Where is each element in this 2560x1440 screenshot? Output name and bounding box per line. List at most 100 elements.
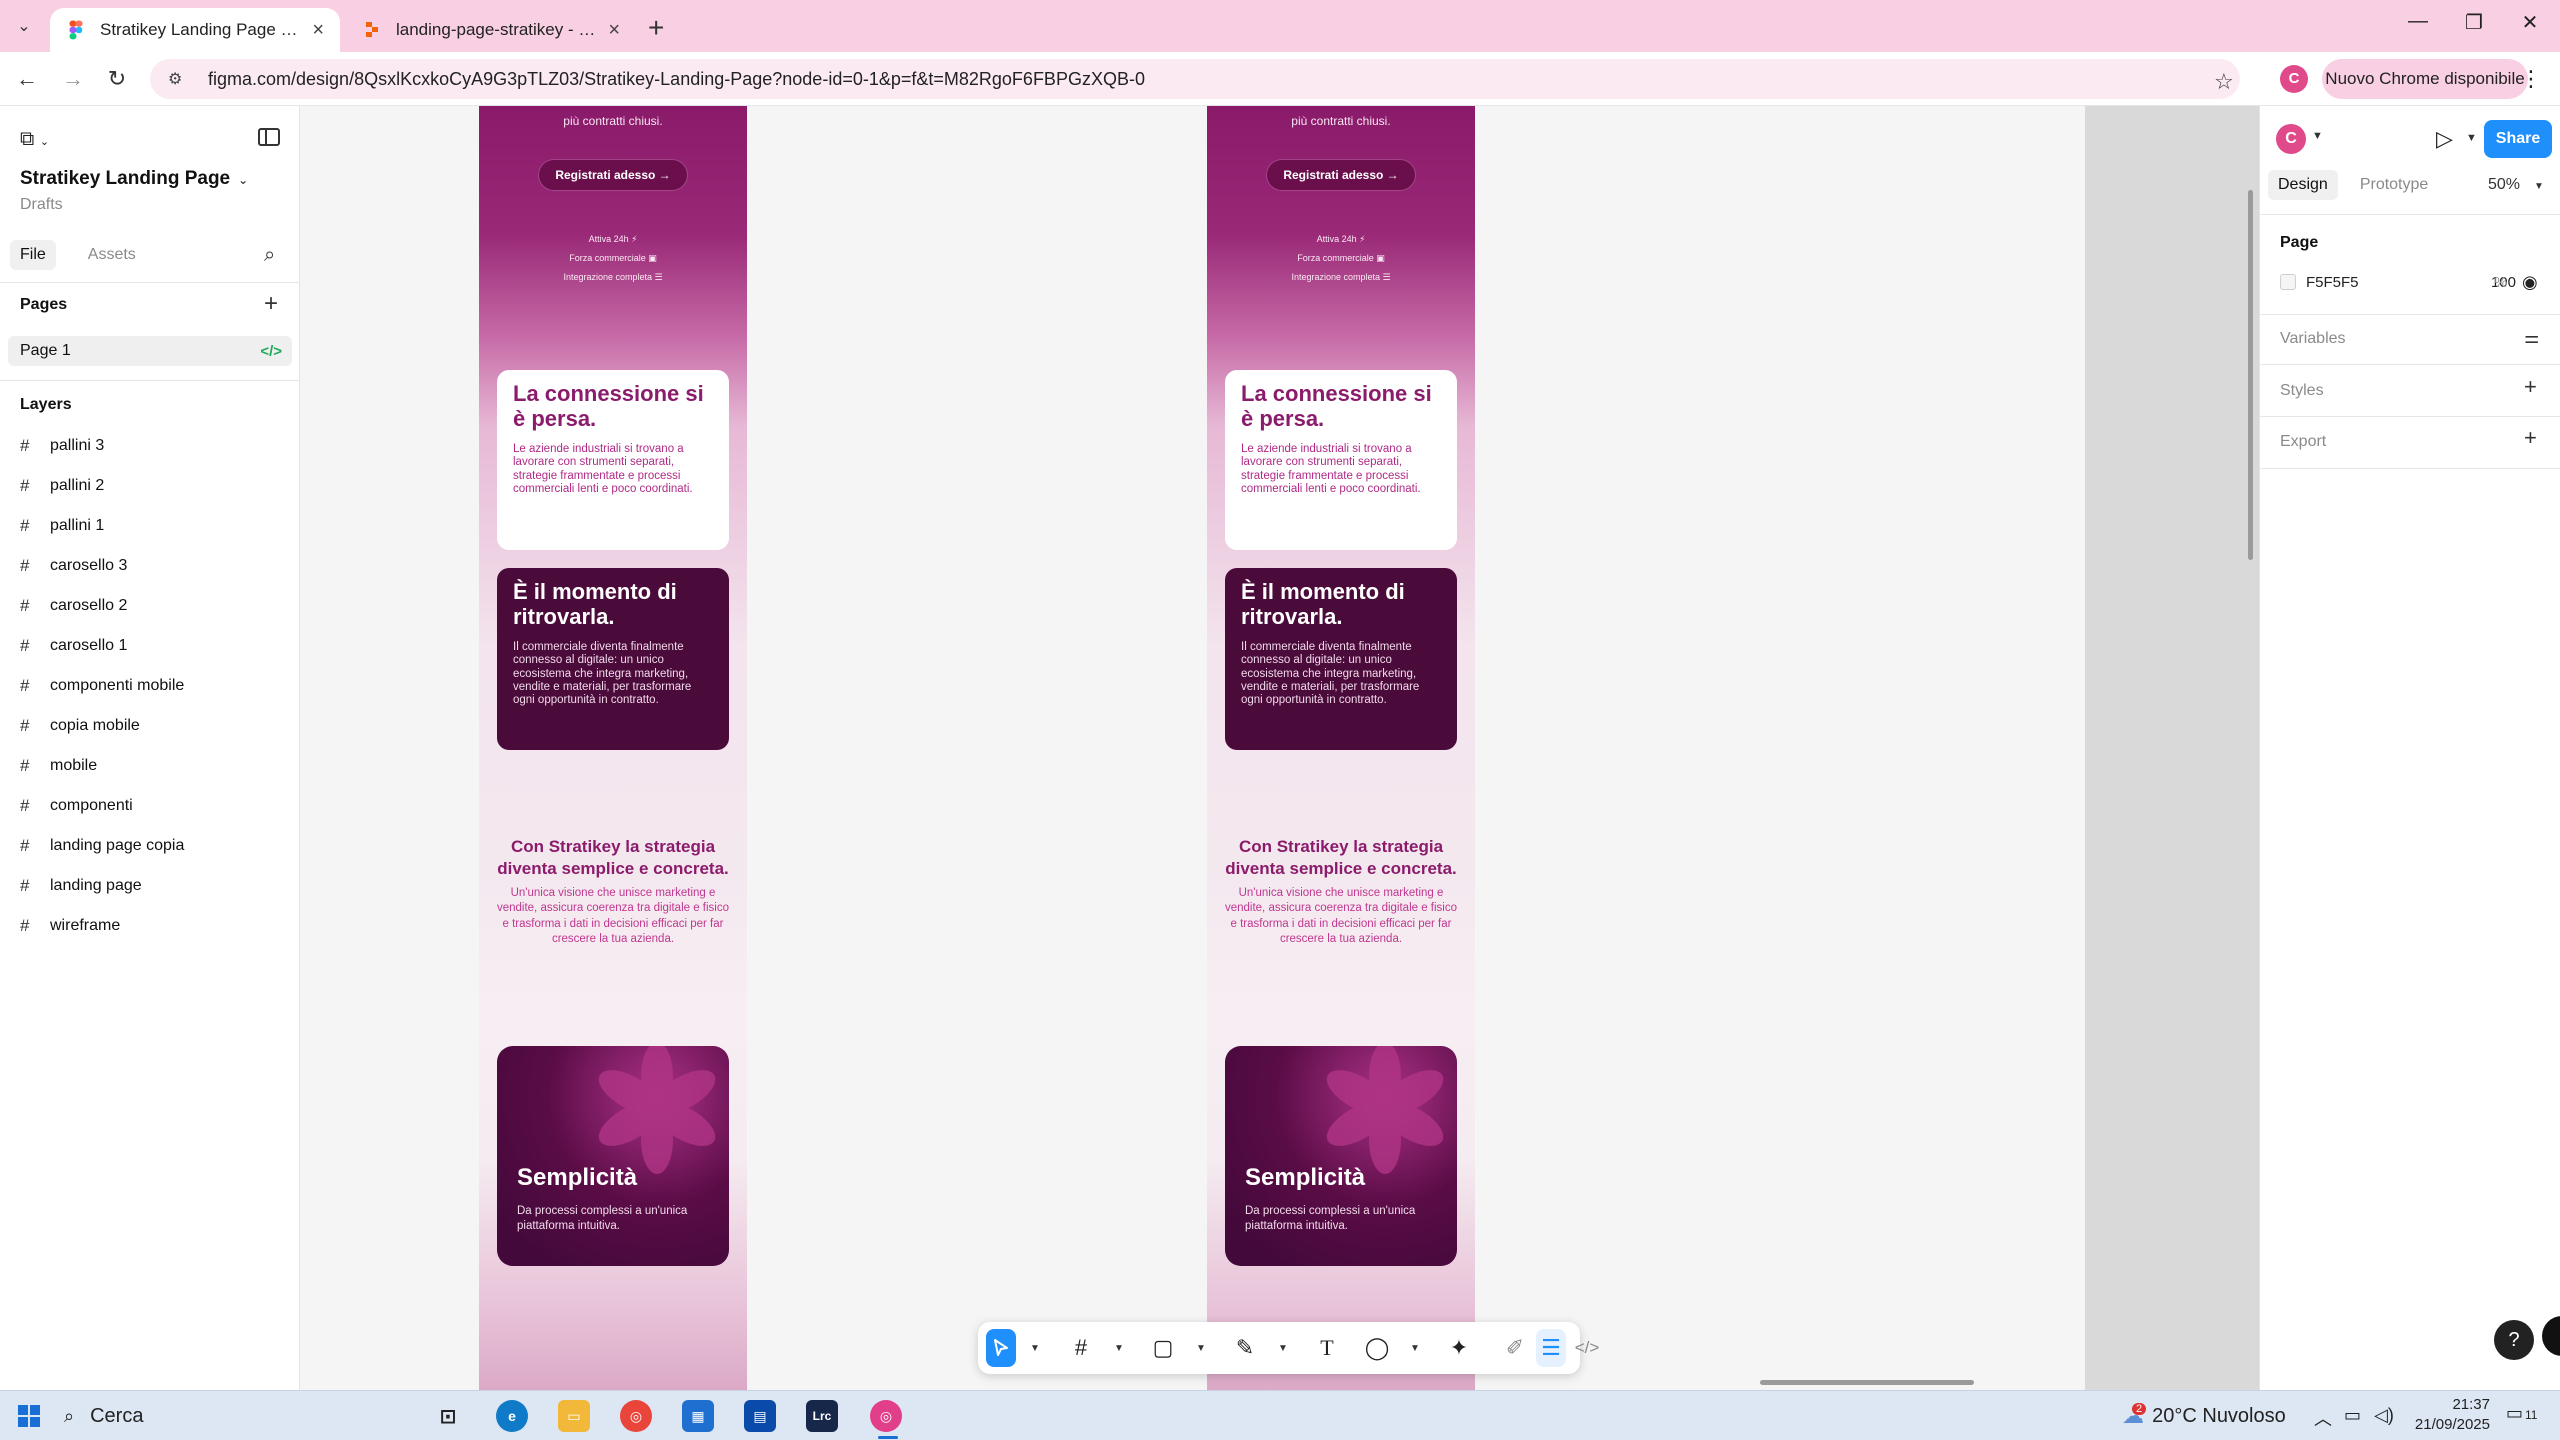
close-tab-icon[interactable]: ×: [608, 19, 620, 42]
tab-search-chevron-icon[interactable]: ⌄: [10, 12, 38, 40]
horizontal-scrollbar[interactable]: [1760, 1380, 1974, 1385]
microsoft-store-icon[interactable]: ▦: [682, 1400, 714, 1432]
layer-item[interactable]: # pallini 1: [20, 512, 104, 540]
figma-main-menu-icon[interactable]: ⧉ ⌄: [20, 128, 49, 151]
page-item[interactable]: Page 1 </>: [8, 336, 292, 366]
tab-figma[interactable]: Stratikey Landing Page – Figma ×: [50, 8, 340, 52]
text-tool-icon[interactable]: T: [1312, 1329, 1342, 1367]
layer-item[interactable]: # copia mobile: [20, 712, 140, 740]
register-button[interactable]: Registrati adesso →: [1267, 160, 1415, 190]
system-clock[interactable]: 21:37 21/09/2025: [2406, 1395, 2490, 1435]
vertical-scrollbar[interactable]: [2248, 190, 2253, 560]
tab-prototype[interactable]: Prototype: [2350, 170, 2438, 200]
tab-assets[interactable]: Assets: [78, 240, 146, 270]
chevron-down-icon[interactable]: ▼: [1018, 1329, 1048, 1367]
outlook-icon[interactable]: ▤: [744, 1400, 776, 1432]
chevron-down-icon[interactable]: ▼: [1266, 1329, 1296, 1367]
chrome-profile-icon[interactable]: ◎: [870, 1400, 902, 1432]
reload-icon[interactable]: ↻: [102, 64, 132, 94]
layer-item[interactable]: # wireframe: [20, 912, 120, 940]
problem-card[interactable]: La connessione si è persa. Le aziende in…: [1225, 370, 1457, 550]
solution-card[interactable]: È il momento di ritrovarla. Il commercia…: [1225, 568, 1457, 750]
network-icon[interactable]: ▭: [2344, 1405, 2361, 1426]
site-settings-icon[interactable]: ⚙: [168, 69, 190, 89]
chrome-menu-icon[interactable]: ⋮: [2520, 66, 2542, 92]
close-tab-icon[interactable]: ×: [312, 19, 324, 42]
mobile-frame[interactable]: più contratti chiusi. Registrati adesso …: [479, 106, 747, 1390]
actions-sparkle-icon[interactable]: ✦: [1444, 1329, 1474, 1367]
chevron-down-icon[interactable]: ▼: [2312, 130, 2323, 142]
chrome-icon[interactable]: ◎: [620, 1400, 652, 1432]
layer-item[interactable]: # carosello 1: [20, 632, 127, 660]
layer-item[interactable]: # pallini 3: [20, 432, 104, 460]
rectangle-tool-icon[interactable]: ▢: [1148, 1329, 1178, 1367]
restore-window-icon[interactable]: ❐: [2454, 10, 2494, 35]
register-button[interactable]: Registrati adesso →: [539, 160, 687, 190]
page-fill-row[interactable]: F5F5F5 100 % ◉: [2280, 268, 2544, 296]
chrome-update-button[interactable]: Nuovo Chrome disponibile: [2322, 59, 2528, 99]
chevron-down-icon[interactable]: ▼: [1102, 1329, 1132, 1367]
chevron-down-icon[interactable]: ▼: [2466, 132, 2477, 144]
file-location[interactable]: Drafts: [20, 196, 63, 214]
layer-item[interactable]: # componenti: [20, 792, 133, 820]
add-page-icon[interactable]: +: [264, 290, 278, 318]
add-export-icon[interactable]: +: [2524, 425, 2537, 451]
variables-adjust-icon[interactable]: ⚌: [2524, 328, 2539, 348]
dev-mode-code-icon[interactable]: </>: [1572, 1329, 1602, 1367]
chrome-profile-avatar[interactable]: C: [2280, 65, 2308, 93]
minimize-window-icon[interactable]: —: [2398, 10, 2438, 33]
avatar[interactable]: C: [2276, 124, 2306, 154]
tab-design[interactable]: Design: [2268, 170, 2338, 200]
toggle-ui-icon[interactable]: [258, 128, 280, 146]
address-bar[interactable]: ⚙ figma.com/design/8QsxlKcxkoCyA9G3pTLZ0…: [150, 59, 2240, 99]
move-tool-icon[interactable]: [986, 1329, 1016, 1367]
file-name[interactable]: Stratikey Landing Page ⌄: [20, 168, 248, 190]
solution-card[interactable]: È il momento di ritrovarla. Il commercia…: [497, 568, 729, 750]
edge-browser-icon[interactable]: e: [496, 1400, 528, 1432]
help-button[interactable]: ?: [2494, 1320, 2534, 1360]
layer-item[interactable]: # componenti mobile: [20, 672, 184, 700]
layer-item[interactable]: # pallini 2: [20, 472, 104, 500]
close-window-icon[interactable]: ✕: [2510, 10, 2550, 35]
frame-tool-icon[interactable]: #: [1066, 1329, 1096, 1367]
search-icon[interactable]: ⌕: [264, 244, 275, 267]
layer-item[interactable]: # landing page copia: [20, 832, 184, 860]
layer-item[interactable]: # carosello 3: [20, 552, 127, 580]
file-explorer-icon[interactable]: ▭: [558, 1400, 590, 1432]
lightroom-classic-icon[interactable]: Lrc: [806, 1400, 838, 1432]
simplicity-card[interactable]: Semplicità Da processi complessi a un'un…: [1225, 1046, 1457, 1266]
add-style-icon[interactable]: +: [2524, 374, 2537, 400]
windows-start-icon[interactable]: [18, 1405, 40, 1427]
volume-icon[interactable]: ◁): [2374, 1405, 2394, 1426]
problem-card[interactable]: La connessione si è persa. Le aziende in…: [497, 370, 729, 550]
draw-mode-icon[interactable]: ✐: [1500, 1329, 1530, 1367]
layer-item[interactable]: # carosello 2: [20, 592, 127, 620]
back-arrow-icon[interactable]: ←: [12, 64, 42, 94]
chevron-down-icon[interactable]: ▼: [1184, 1329, 1214, 1367]
layer-item[interactable]: # mobile: [20, 752, 97, 780]
forward-arrow-icon[interactable]: →: [58, 64, 88, 94]
variables-label[interactable]: Variables: [2280, 330, 2346, 348]
mobile-frame-copy[interactable]: più contratti chiusi. Registrati adesso …: [1207, 106, 1475, 1390]
new-tab-button[interactable]: +: [648, 12, 664, 44]
zoom-dropdown[interactable]: 50% ▼: [2488, 176, 2544, 194]
eye-icon[interactable]: ◉: [2522, 272, 2538, 293]
tray-chevron-up-icon[interactable]: ︿: [2314, 1405, 2332, 1431]
tab-file[interactable]: File: [10, 240, 56, 270]
fill-hex[interactable]: F5F5F5: [2306, 274, 2359, 291]
chevron-down-icon[interactable]: ▼: [1398, 1329, 1428, 1367]
design-mode-icon[interactable]: ☰: [1536, 1329, 1566, 1367]
strategy-section[interactable]: Con Stratikey la strategia diventa sempl…: [1221, 836, 1461, 948]
share-button[interactable]: Share: [2484, 120, 2552, 158]
color-swatch[interactable]: [2280, 274, 2296, 290]
present-play-icon[interactable]: ▷: [2436, 126, 2453, 152]
task-view-icon[interactable]: ⊡: [432, 1400, 464, 1432]
simplicity-card[interactable]: Semplicità Da processi complessi a un'un…: [497, 1046, 729, 1266]
strategy-section[interactable]: Con Stratikey la strategia diventa sempl…: [493, 836, 733, 948]
layer-item[interactable]: # landing page: [20, 872, 142, 900]
tab-replit[interactable]: landing-page-stratikey - Replit ×: [346, 8, 636, 52]
taskbar-search[interactable]: ⌕ Cerca: [64, 1401, 143, 1431]
weather-widget[interactable]: ☁ 2 20°C Nuvoloso: [2122, 1403, 2286, 1429]
pen-tool-icon[interactable]: ✎: [1230, 1329, 1260, 1367]
bookmark-star-icon[interactable]: ☆: [2214, 69, 2234, 95]
